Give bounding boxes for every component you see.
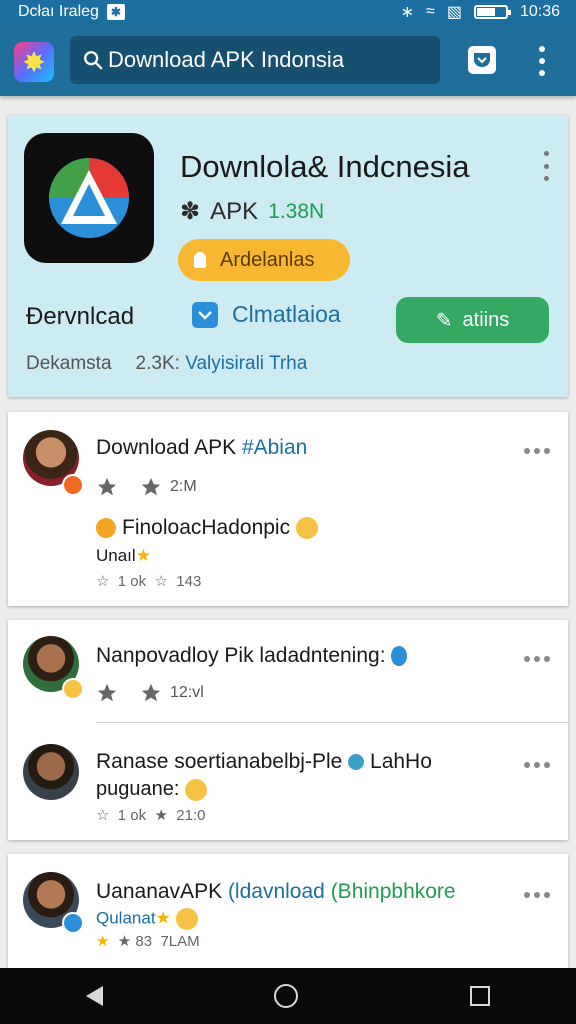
category-pill-label: Ardelanlas bbox=[220, 248, 315, 271]
bulb-icon bbox=[194, 252, 206, 268]
post-menu-icon[interactable] bbox=[524, 448, 550, 454]
badge-icon bbox=[62, 678, 84, 700]
featured-footer: Dekamsta 2.3K: Valyisirali Trha bbox=[26, 353, 307, 375]
wifi-icon: ≈ bbox=[426, 3, 435, 20]
star-icon[interactable] bbox=[140, 682, 162, 704]
system-nav-bar bbox=[0, 968, 576, 1024]
notification-icon: ✱ bbox=[106, 4, 125, 20]
secondary-action-label: Clmatlaioa bbox=[232, 301, 341, 327]
app-bar: ✸ Download APK Indonsia bbox=[0, 24, 576, 96]
secondary-action[interactable]: Clmatlaioa bbox=[192, 301, 341, 328]
emoji-icon bbox=[175, 908, 198, 930]
featured-size: 1.38N bbox=[268, 199, 325, 223]
avatar[interactable] bbox=[23, 744, 79, 800]
install-button[interactable]: ✎ atiins bbox=[396, 297, 549, 343]
recents-icon[interactable] bbox=[470, 986, 491, 1006]
divider bbox=[96, 722, 568, 723]
featured-developer: Dekamsta bbox=[26, 353, 112, 374]
back-icon[interactable] bbox=[85, 986, 103, 1006]
post-title[interactable]: Ranase soertianabelbj-Ple LahHo bbox=[96, 750, 432, 774]
post-meta: 2:M bbox=[96, 476, 197, 498]
search-input[interactable]: Download APK Indonsia bbox=[108, 47, 344, 73]
drop-icon bbox=[391, 646, 408, 667]
post-stats: ☆ 1 ok ★ 21:0 bbox=[96, 807, 206, 824]
hashtag[interactable]: #Abian bbox=[242, 436, 307, 459]
app-logo-icon[interactable]: ✸ bbox=[14, 42, 54, 82]
info-icon bbox=[348, 754, 365, 771]
carrier-label: Dcłaı Iraleg bbox=[18, 3, 99, 20]
featured-app-title: Downlola& Indcnesia bbox=[180, 149, 470, 184]
emoji-icon bbox=[296, 517, 319, 539]
pocket-icon[interactable] bbox=[468, 46, 496, 74]
post-subtext: Qulanat★ bbox=[96, 908, 198, 930]
post-subtext: puguane: bbox=[96, 778, 207, 801]
battery-icon bbox=[473, 5, 511, 19]
post-title[interactable]: Download APK #Abian bbox=[96, 436, 307, 460]
star-icon[interactable] bbox=[140, 476, 162, 498]
featured-app-card[interactable]: Downlola& Indcnesia ✽ APK 1.38N Ardelanl… bbox=[8, 115, 568, 397]
featured-type: APK bbox=[210, 197, 259, 225]
post-body: FinoloacHadonpic bbox=[96, 516, 319, 540]
home-icon[interactable] bbox=[274, 984, 299, 1008]
search-bar[interactable]: Download APK Indonsia bbox=[70, 36, 440, 84]
feed-card[interactable]: UananavAPK (ldavnload (Bhinpbhkore Qulan… bbox=[8, 854, 568, 968]
signal-icon: ▧ bbox=[446, 4, 462, 21]
featured-download-count: 2.3K: bbox=[135, 353, 180, 374]
bluetooth-icon: ∗ bbox=[400, 4, 415, 21]
post-time: 12:vl bbox=[170, 684, 204, 701]
badge-icon bbox=[96, 518, 116, 538]
post-link[interactable]: (Bhinpbhkore bbox=[331, 880, 456, 903]
check-icon bbox=[192, 301, 218, 328]
post-stats: ★ ★ 83 7LAM bbox=[96, 933, 200, 950]
featured-menu-icon[interactable] bbox=[540, 151, 552, 181]
emoji-icon bbox=[184, 778, 207, 801]
featured-app-icon bbox=[24, 133, 154, 263]
post-menu-icon[interactable] bbox=[524, 762, 550, 768]
post-link[interactable]: (ldavnload bbox=[228, 880, 325, 903]
search-icon bbox=[84, 51, 103, 70]
featured-meta: ✽ APK 1.38N bbox=[180, 197, 324, 226]
badge-icon bbox=[62, 474, 84, 496]
post-meta: 12:vl bbox=[96, 682, 204, 704]
download-label[interactable]: Ðervnlcad bbox=[26, 303, 134, 331]
category-pill[interactable]: Ardelanlas bbox=[178, 239, 350, 281]
featured-footer-link[interactable]: Valyisirali Trha bbox=[185, 353, 307, 374]
post-title[interactable]: Nanpovadloy Pik ladadntening: bbox=[96, 644, 408, 668]
post-menu-icon[interactable] bbox=[524, 892, 550, 898]
star-icon[interactable] bbox=[96, 682, 118, 704]
feed-card[interactable]: Nanpovadloy Pik ladadntening: 12:vl Rana… bbox=[8, 620, 568, 840]
install-button-label: atiins bbox=[462, 308, 510, 331]
status-bar: Dcłaı Iraleg ✱ ∗ ≈ ▧ 10:36 bbox=[0, 0, 576, 24]
post-menu-icon[interactable] bbox=[524, 656, 550, 662]
verified-icon bbox=[62, 912, 84, 934]
feed-card[interactable]: Download APK #Abian 2:M FinoloacHadonpic… bbox=[8, 412, 568, 606]
clock: 10:36 bbox=[519, 3, 560, 20]
post-time: 2:M bbox=[170, 478, 197, 495]
post-stats: ☆ 1 ok ☆ 143 bbox=[96, 573, 202, 590]
install-icon: ✎ bbox=[435, 309, 453, 332]
overflow-menu-icon[interactable] bbox=[536, 46, 548, 76]
post-title[interactable]: UananavAPK (ldavnload (Bhinpbhkore bbox=[96, 880, 456, 904]
apk-icon: ✽ bbox=[180, 198, 201, 225]
star-icon[interactable] bbox=[96, 476, 118, 498]
post-subtext: Unaıl★ bbox=[96, 546, 151, 565]
battery-level bbox=[476, 8, 495, 16]
